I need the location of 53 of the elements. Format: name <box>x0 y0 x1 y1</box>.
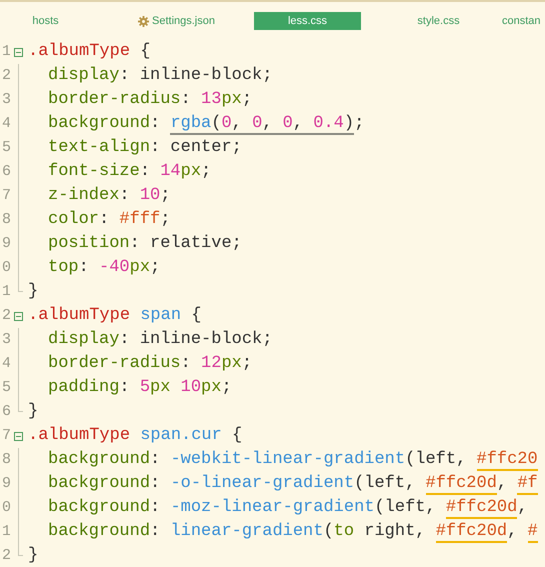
line-number: 4 <box>0 354 10 374</box>
code-line: border-radius: 12px; <box>48 353 252 375</box>
code-line: background: rgba(0, 0, 0, 0.4); <box>48 113 364 135</box>
code-line: } <box>28 281 38 303</box>
line-number: 1 <box>0 282 10 302</box>
code-line: color: #fff; <box>48 209 170 231</box>
line-number: 6 <box>0 402 10 422</box>
code-line: .albumType { <box>28 41 150 63</box>
line-number: 9 <box>0 234 10 254</box>
code-line: background: -webkit-linear-gradient(left, #ffc20 <box>48 449 538 471</box>
line-number: 7 <box>0 186 10 206</box>
code-line: } <box>28 545 38 567</box>
code-line: .albumType span.cur { <box>28 425 242 447</box>
code-line: background: -o-linear-gradient(left, #ffc20d, #f <box>48 473 538 495</box>
code-line: border-radius: 13px; <box>48 89 252 111</box>
line-number: 2 <box>0 66 10 86</box>
line-number: 3 <box>0 90 10 110</box>
code-line: top: -40px; <box>48 257 160 279</box>
code-line: z-index: 10; <box>48 185 170 207</box>
code-line: padding: 5px 10px; <box>48 377 232 399</box>
line-number: 8 <box>0 450 10 470</box>
line-number: 0 <box>0 498 10 518</box>
code-line: .albumType span { <box>28 305 202 327</box>
file-tab[interactable]: constan <box>502 12 541 30</box>
code-line: background: linear-gradient(to right, #ffc20d, # <box>48 521 538 543</box>
file-tab[interactable]: hosts <box>0 12 99 30</box>
line-number: 6 <box>0 162 10 182</box>
fold-toggle-icon[interactable] <box>14 312 22 320</box>
line-number: 1 <box>0 522 10 542</box>
line-number: 5 <box>0 378 10 398</box>
code-line: display: inline-block; <box>48 65 272 87</box>
line-number: 0 <box>0 258 10 278</box>
fold-toggle-icon[interactable] <box>14 432 22 440</box>
code-line: text-align: center; <box>48 137 242 159</box>
file-tab[interactable]: Settings.json <box>123 12 230 30</box>
code-line: position: relative; <box>48 233 242 255</box>
line-number: 2 <box>0 546 10 566</box>
line-number: 4 <box>0 114 10 134</box>
line-number: 5 <box>0 138 10 158</box>
gear-icon <box>138 16 149 26</box>
line-number: 3 <box>0 330 10 350</box>
line-number: 8 <box>0 210 10 230</box>
code-line: display: inline-block; <box>48 329 272 351</box>
line-number: 7 <box>0 426 10 446</box>
fold-toggle-icon[interactable] <box>14 48 22 56</box>
code-line: font-size: 14px; <box>48 161 212 183</box>
file-tab[interactable]: less.css <box>254 12 361 30</box>
line-number: 2 <box>0 306 10 326</box>
code-line: background: -moz-linear-gradient(left, #ffc20d, <box>48 497 528 519</box>
code-line: } <box>28 401 38 423</box>
file-tab[interactable]: style.css <box>385 12 492 30</box>
line-number: 1 <box>0 42 10 62</box>
line-number: 9 <box>0 474 10 494</box>
